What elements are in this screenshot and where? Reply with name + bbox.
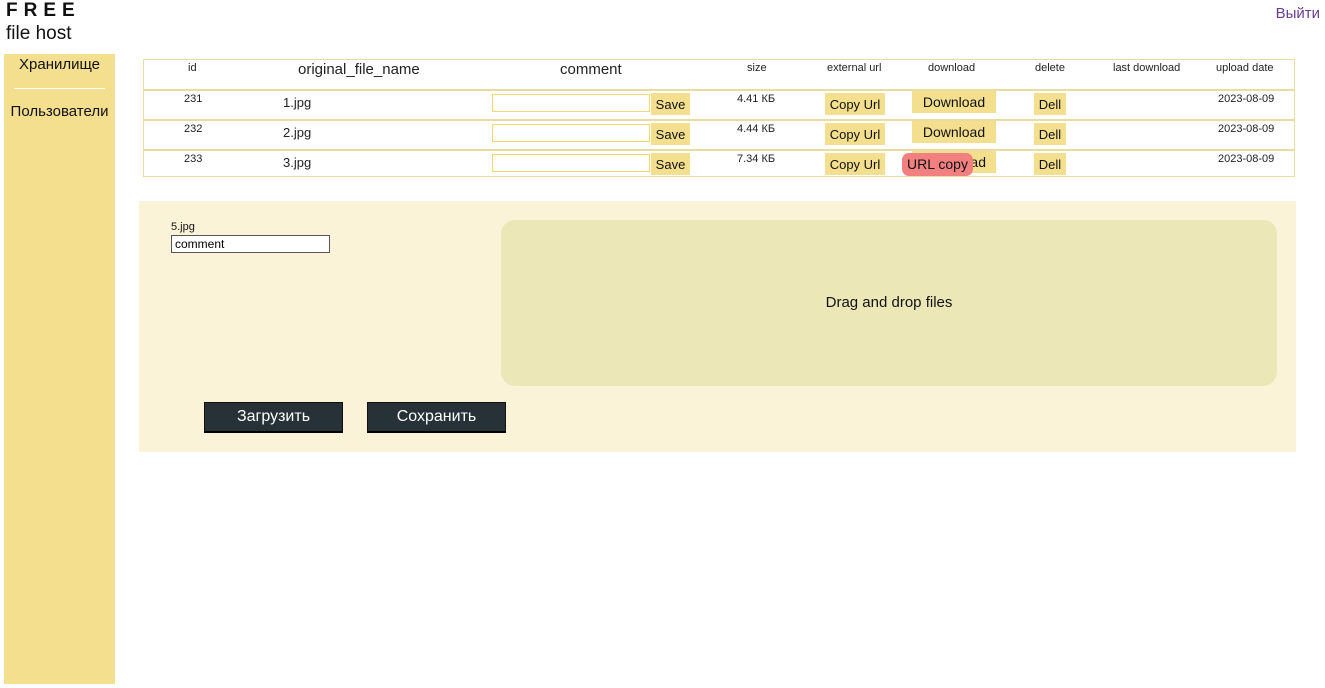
row-save-button[interactable]: Save — [651, 153, 690, 175]
upload-button[interactable]: Загрузить — [204, 402, 343, 433]
url-copied-toast: URL copy — [902, 153, 973, 176]
row-id: 232 — [184, 123, 203, 135]
row-comment-input[interactable] — [492, 94, 650, 112]
header-comment: comment — [560, 61, 622, 78]
header-external-url: external url — [827, 62, 882, 74]
header-original-file-name: original_file_name — [298, 61, 420, 78]
sidebar-item-users[interactable]: Пользователи — [4, 103, 115, 120]
header-download: download — [928, 62, 976, 74]
row-copy-url-button[interactable]: Copy Url — [825, 93, 885, 115]
row-delete-button[interactable]: Dell — [1034, 153, 1066, 175]
row-copy-url-button[interactable]: Copy Url — [825, 153, 885, 175]
header-id: id — [188, 62, 197, 74]
row-comment-input[interactable] — [492, 124, 650, 142]
drag-drop-zone[interactable]: Drag and drop files — [501, 220, 1277, 386]
row-upload-date: 2023-08-09 — [1218, 123, 1275, 135]
sidebar-item-storage[interactable]: Хранилище — [4, 56, 115, 73]
header-delete: delete — [1035, 62, 1065, 74]
row-download-button[interactable]: Download — [912, 91, 996, 113]
row-id: 231 — [184, 93, 203, 105]
logout-link[interactable]: Выйти — [1276, 5, 1320, 22]
row-size: 7.34 КБ — [737, 153, 776, 165]
dropzone-label: Drag and drop files — [825, 294, 953, 311]
files-table: id original_file_name comment size exter… — [143, 59, 1295, 177]
row-comment-input[interactable] — [492, 154, 650, 172]
sidebar: Хранилище Пользователи — [4, 54, 115, 684]
table-row: 232 2.jpg Save 4.44 КБ Copy Url Download… — [144, 119, 1294, 150]
save-button[interactable]: Сохранить — [367, 402, 506, 433]
row-file-name: 3.jpg — [283, 155, 312, 170]
row-file-name: 1.jpg — [283, 95, 312, 110]
upload-comment-input[interactable] — [171, 235, 330, 253]
logo-subtitle: file host — [6, 23, 72, 44]
row-save-button[interactable]: Save — [651, 123, 690, 145]
row-size: 4.41 КБ — [737, 93, 776, 105]
header-last-download: last download — [1113, 62, 1181, 74]
logo-title: FREE — [6, 0, 81, 21]
row-save-button[interactable]: Save — [651, 93, 690, 115]
row-id: 233 — [184, 153, 203, 165]
row-download-button[interactable]: Download — [912, 121, 996, 143]
row-upload-date: 2023-08-09 — [1218, 153, 1275, 165]
header-upload-date: upload date — [1216, 62, 1274, 74]
upload-file-name: 5.jpg — [171, 221, 195, 233]
header-size: size — [747, 62, 767, 74]
upload-panel: 5.jpg Drag and drop files Загрузить Сохр… — [139, 201, 1296, 452]
row-upload-date: 2023-08-09 — [1218, 93, 1275, 105]
row-file-name: 2.jpg — [283, 125, 312, 140]
row-copy-url-button[interactable]: Copy Url — [825, 123, 885, 145]
table-row: 231 1.jpg Save 4.41 КБ Copy Url Download… — [144, 89, 1294, 120]
row-size: 4.44 КБ — [737, 123, 776, 135]
sidebar-divider — [14, 88, 105, 89]
row-delete-button[interactable]: Dell — [1034, 93, 1066, 115]
row-delete-button[interactable]: Dell — [1034, 123, 1066, 145]
table-header-row: id original_file_name comment size exter… — [144, 60, 1294, 89]
table-row: 233 3.jpg Save 7.34 КБ Copy Url ad URL c… — [144, 149, 1294, 180]
